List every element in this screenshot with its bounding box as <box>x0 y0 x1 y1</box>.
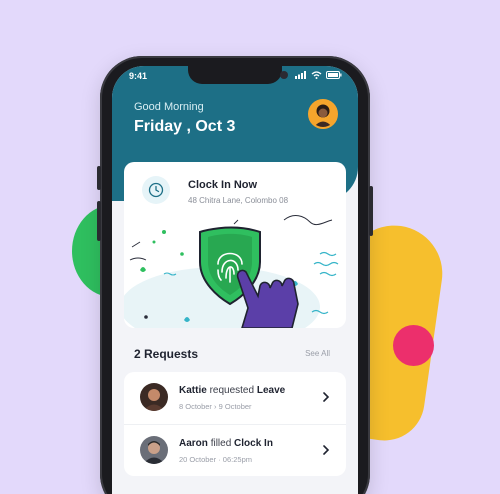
request-title: Kattie requested Leave <box>179 385 285 396</box>
signal-icon <box>295 71 306 79</box>
request-action: filled <box>210 438 232 449</box>
clock-in-address: 48 Chitra Lane, Colombo 08 <box>188 196 289 205</box>
request-separator: · <box>218 455 221 464</box>
phone-power-button <box>369 186 373 236</box>
phone-volume-button <box>97 166 101 190</box>
request-dates: 20 October · 06:25pm <box>179 455 252 464</box>
request-action: requested <box>209 385 255 396</box>
status-time: 9:41 <box>129 71 148 81</box>
wifi-icon <box>311 71 322 79</box>
decorative-pink-dot <box>393 325 434 366</box>
request-from: 8 October <box>179 402 212 411</box>
battery-icon <box>326 71 342 79</box>
requester-name: Kattie <box>179 385 207 396</box>
fingerprint-illustration <box>124 215 339 328</box>
requests-list: Kattie requested Leave 8 October › 9 Oct… <box>124 372 346 476</box>
avatar <box>140 383 168 411</box>
camera-icon <box>280 71 288 79</box>
chevron-right-icon <box>323 445 330 455</box>
current-date: Friday , Oct 3 <box>134 118 236 135</box>
requests-heading: 2 Requests <box>134 347 199 361</box>
phone-frame: 9:41 Good Morning Friday , Oct 3 Clock I… <box>97 56 373 494</box>
request-type: Leave <box>256 385 286 396</box>
greeting-text: Good Morning <box>134 101 204 113</box>
request-separator: › <box>214 402 217 411</box>
avatar <box>140 436 168 464</box>
phone-volume-button <box>97 201 101 241</box>
clock-in-title: Clock In Now <box>188 179 258 191</box>
requester-name: Aaron <box>179 438 208 449</box>
request-dates: 8 October › 9 October <box>179 402 252 411</box>
request-from: 20 October <box>179 455 217 464</box>
clock-icon <box>142 176 170 204</box>
status-icons <box>295 71 342 79</box>
request-type: Clock In <box>234 438 273 449</box>
request-to: 9 October <box>218 402 252 411</box>
list-item[interactable]: Aaron filled Clock In 20 October · 06:25… <box>124 424 346 476</box>
chevron-right-icon <box>323 392 330 402</box>
app-screen: 9:41 Good Morning Friday , Oct 3 Clock I… <box>112 66 358 494</box>
clock-in-card[interactable]: Clock In Now 48 Chitra Lane, Colombo 08 <box>124 162 346 328</box>
request-title: Aaron filled Clock In <box>179 438 273 449</box>
user-avatar[interactable] <box>308 99 338 129</box>
list-item[interactable]: Kattie requested Leave 8 October › 9 Oct… <box>124 372 346 424</box>
see-all-link[interactable]: See All <box>305 349 330 358</box>
phone-notch <box>188 66 288 84</box>
request-to: 06:25pm <box>222 455 252 464</box>
